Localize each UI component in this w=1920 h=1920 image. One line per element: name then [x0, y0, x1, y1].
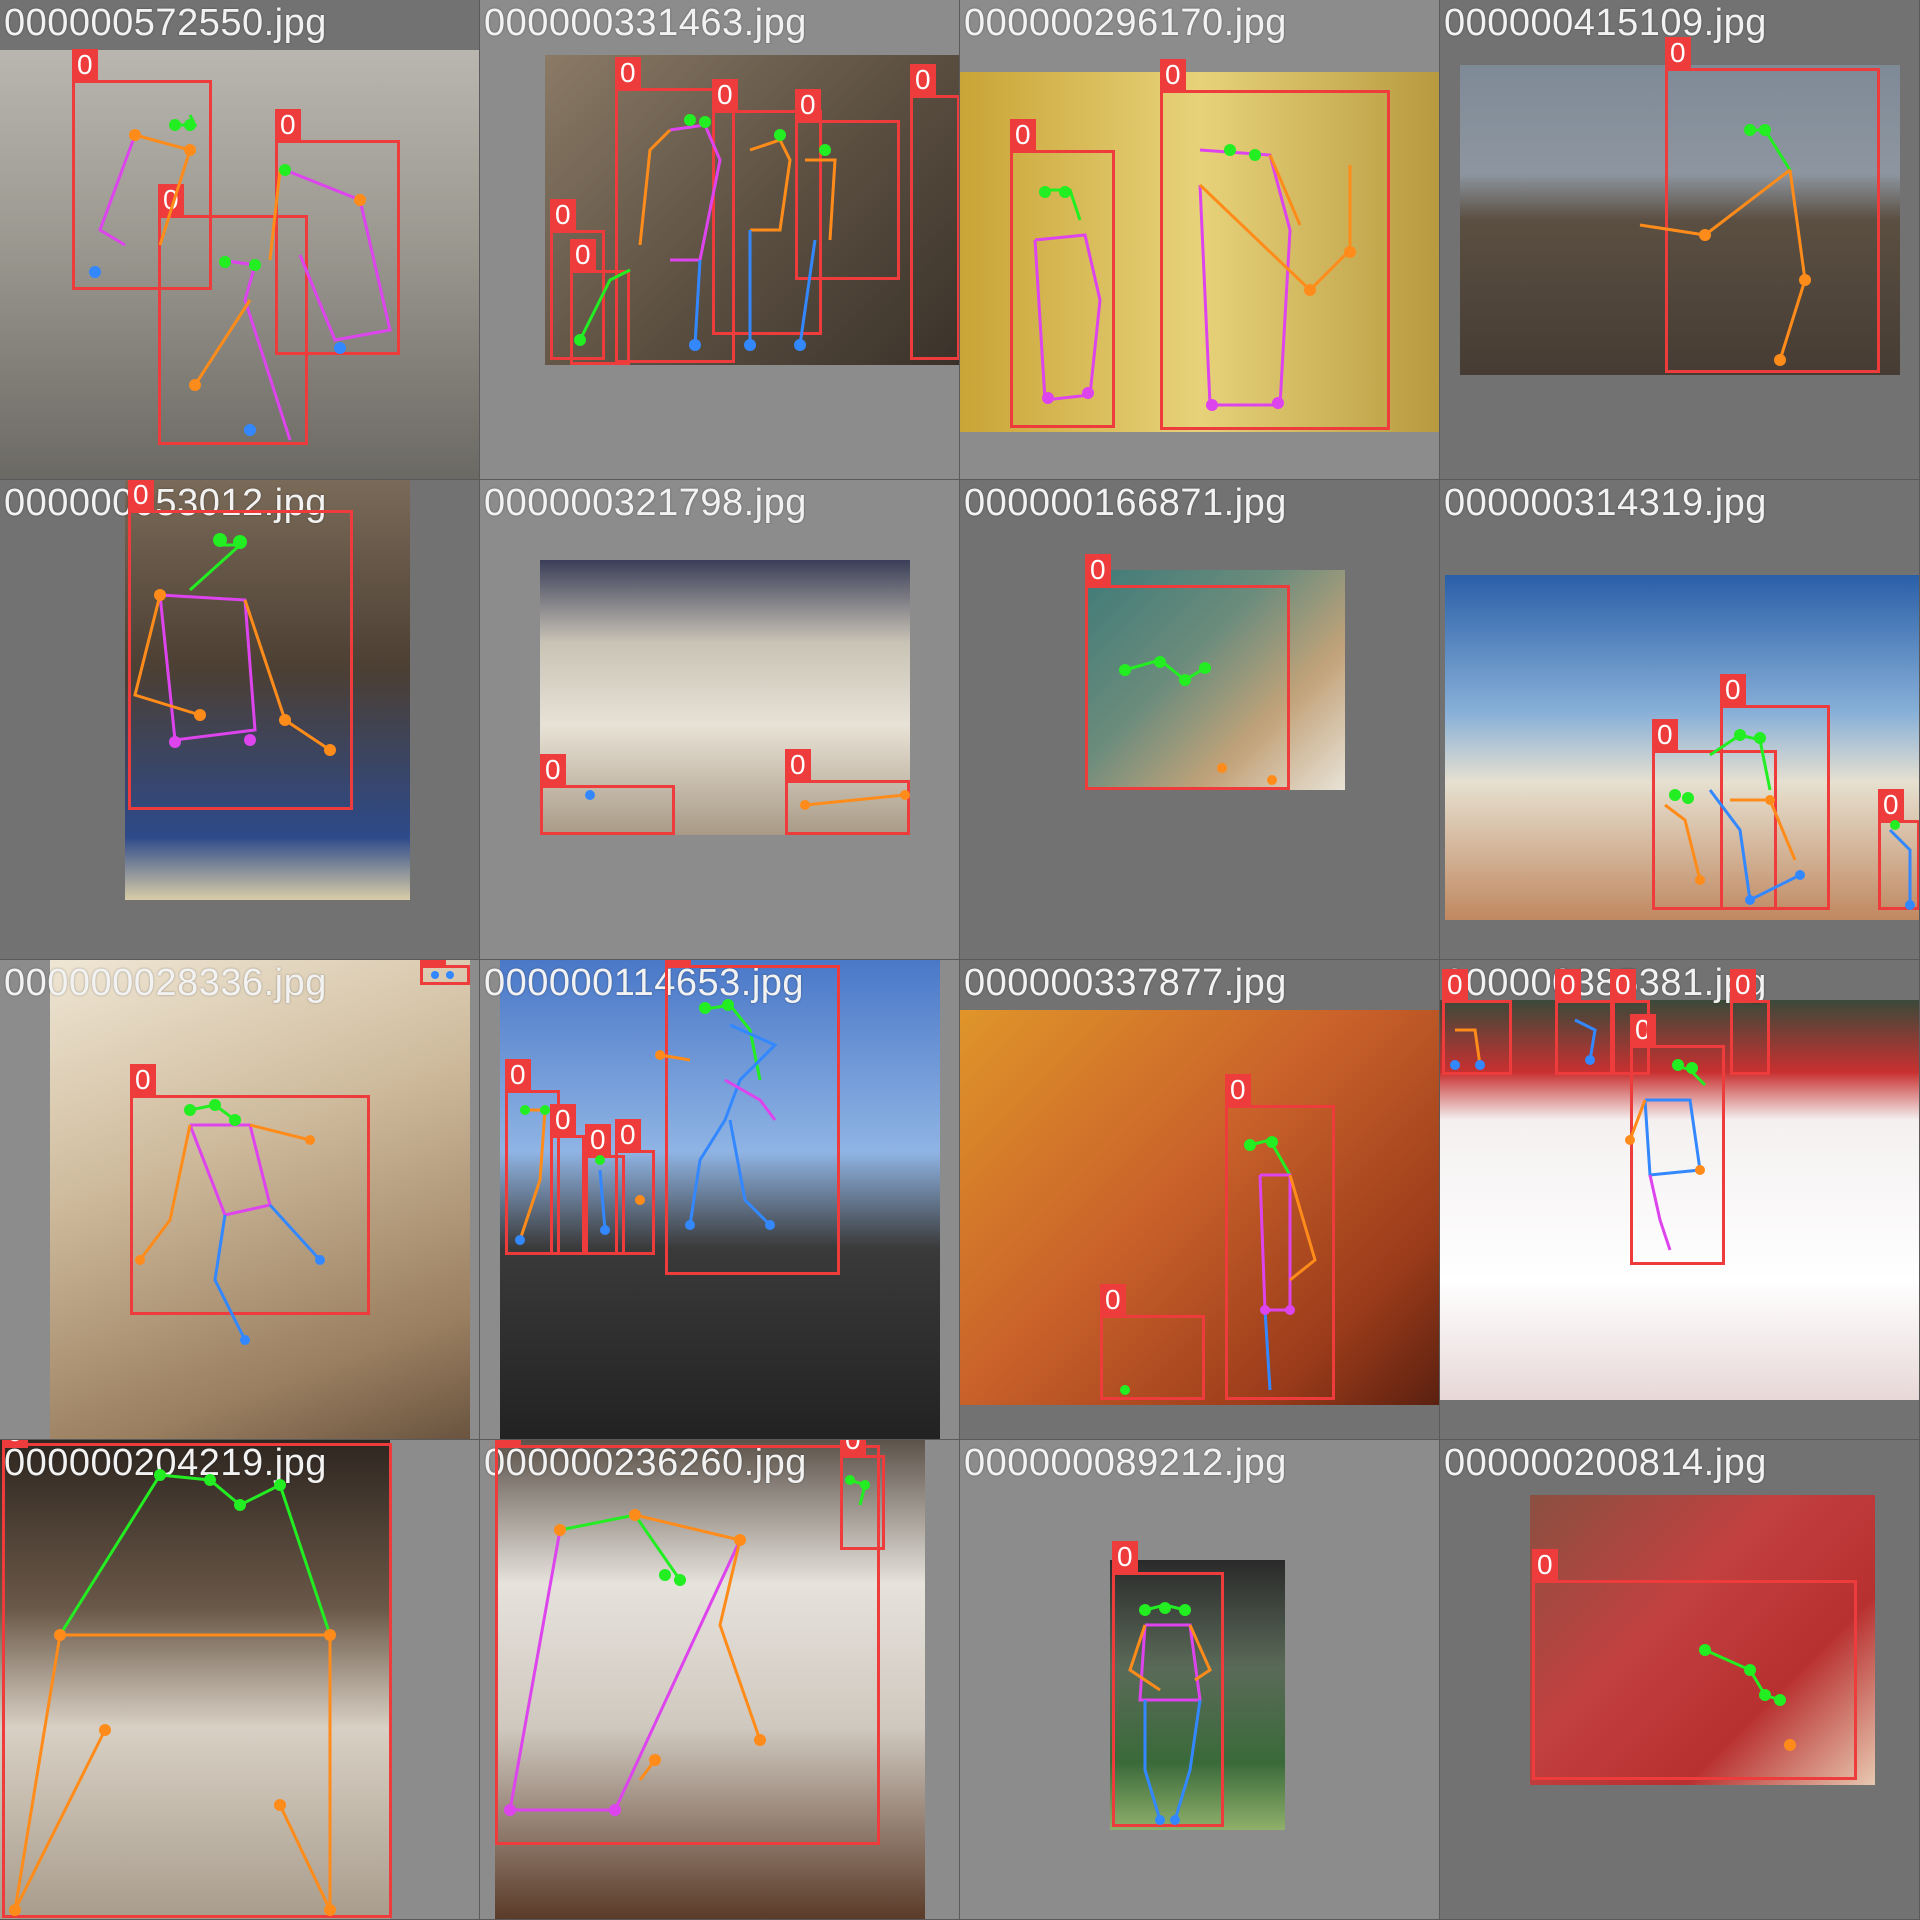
tile-314319: 000000314319.jpg 0 0 0 [1440, 480, 1920, 960]
pose-skeleton [585, 790, 910, 810]
tile-204219: 000000204219.jpg 0 [0, 1440, 480, 1920]
tile-331463: 000000331463.jpg 0 0 0 0 0 0 [480, 0, 960, 480]
pose-skeleton [1699, 1644, 1796, 1751]
tile-028336: 000000028336.jpg 0 0 [0, 960, 480, 1440]
pose-skeleton [1450, 1018, 1707, 1251]
pose-skeleton [1639, 124, 1811, 366]
tile-321798: 000000321798.jpg 0 0 [480, 480, 960, 960]
tile-089212: 000000089212.jpg 0 [960, 1440, 1440, 1920]
pose-skeleton [1119, 656, 1277, 785]
tile-296170: 000000296170.jpg 0 0 [960, 0, 1440, 480]
pose-skeleton [9, 1469, 336, 1916]
pose-skeleton [515, 999, 778, 1245]
pose-skeleton [1120, 1136, 1317, 1395]
tile-114653: 000000114653.jpg 0 0 0 0 0 [480, 960, 960, 1440]
tile-200814: 000000200814.jpg 0 [1440, 1440, 1920, 1920]
tile-236260: 000000236260.jpg 0 0 [480, 1440, 960, 1920]
tile-385381: 000000385381.jpg 0 0 0 0 0 [1440, 960, 1920, 1440]
pose-skeleton [133, 533, 336, 756]
tile-337877: 000000337877.jpg 0 0 [960, 960, 1440, 1440]
tile-166871: 000000166871.jpg 0 [960, 480, 1440, 960]
pose-skeleton [1128, 1602, 1212, 1825]
pose-skeleton [1664, 729, 1915, 910]
pose-skeleton [504, 1475, 870, 1816]
pose-skeleton [89, 114, 392, 441]
tile-572550: 000000572550.jpg 0 0 0 [0, 0, 480, 480]
pose-skeleton [135, 971, 454, 1345]
image-grid: 000000572550.jpg 0 0 0 000000331463.jpg … [0, 0, 1920, 1920]
pose-skeleton [574, 114, 837, 351]
tile-415109: 000000415109.jpg 0 [1440, 0, 1920, 480]
tile-053012: 000000053012.jpg 0 [0, 480, 480, 960]
pose-skeleton [1033, 144, 1356, 411]
